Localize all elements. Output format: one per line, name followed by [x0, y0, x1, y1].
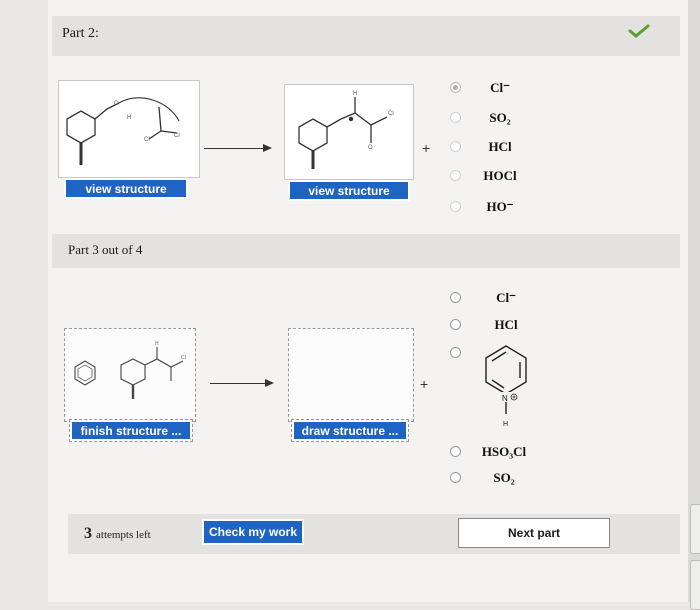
attempts-left: 3 attempts left: [84, 525, 151, 543]
part3-header: Part 3 out of 4: [52, 234, 680, 268]
part2-product-structure: H Cl O: [284, 84, 414, 180]
correct-check-icon: [628, 24, 650, 38]
svg-text:Cl: Cl: [181, 355, 186, 361]
option-radio[interactable]: [450, 112, 461, 123]
svg-text:H: H: [353, 91, 357, 97]
option-hocl: HOCl: [483, 168, 517, 183]
finish-structure-button[interactable]: finish structure ...: [69, 419, 193, 442]
reaction-arrow: [204, 144, 272, 152]
option-radio[interactable]: [450, 170, 461, 181]
option-radio[interactable]: [450, 82, 461, 93]
reactant-molecule-drawing: O H Cl Cl: [66, 97, 180, 165]
option-hcl: HCl: [488, 139, 512, 154]
intermediate-molecule-drawing: H Cl O: [298, 91, 394, 169]
pyridinium-structure: N H: [485, 345, 527, 428]
reactant-molecule-drawing: H Cl: [74, 341, 186, 399]
svg-text:Cl: Cl: [174, 133, 180, 139]
option-radio[interactable]: [450, 201, 461, 212]
side-tab[interactable]: [690, 560, 700, 610]
option-chloride: Cl⁻: [490, 80, 510, 95]
option-radio[interactable]: [450, 319, 461, 330]
option-hso3cl: HSO₃Cl: [481, 444, 527, 459]
reaction-arrow: [210, 379, 274, 387]
part3-reactant-structure[interactable]: H Cl: [64, 328, 196, 422]
svg-text:H: H: [155, 341, 159, 347]
attempts-label: attempts left: [96, 529, 151, 541]
part2-reactant-structure: O H Cl Cl: [58, 80, 200, 178]
pyridinium-n-label: N: [502, 394, 508, 403]
check-my-work-button[interactable]: Check my work: [204, 521, 302, 543]
option-hydroxide: HO⁻: [486, 199, 514, 214]
svg-text:H: H: [127, 115, 131, 121]
plus-sign: +: [422, 140, 431, 156]
part2-title: Part 2:: [62, 26, 99, 41]
option-so2: SO₂: [489, 110, 511, 125]
svg-text:O: O: [368, 145, 373, 151]
option-radio[interactable]: [450, 347, 461, 358]
part3-title: Part 3 out of 4: [68, 242, 143, 257]
attempts-count: 3: [84, 525, 92, 542]
view-structure-button[interactable]: view structure: [290, 182, 408, 199]
pyridinium-h-label: H: [503, 421, 508, 428]
option-radio[interactable]: [450, 292, 461, 303]
next-part-button[interactable]: Next part: [458, 518, 610, 548]
draw-structure-button[interactable]: draw structure ...: [291, 419, 409, 442]
part2-header: Part 2:: [52, 16, 680, 56]
plus-sign: +: [420, 376, 429, 392]
svg-text:O: O: [114, 101, 119, 107]
svg-text:Cl: Cl: [144, 137, 150, 143]
part3-product-structure[interactable]: [288, 328, 414, 422]
side-tab[interactable]: [690, 504, 700, 554]
option-chloride: Cl⁻: [496, 290, 516, 305]
option-radio[interactable]: [450, 446, 461, 457]
svg-text:Cl: Cl: [388, 111, 394, 117]
view-structure-button[interactable]: view structure: [66, 180, 186, 197]
option-radio[interactable]: [450, 141, 461, 152]
option-radio[interactable]: [450, 472, 461, 483]
option-so2: SO₂: [493, 470, 515, 485]
option-hcl: HCl: [494, 317, 518, 332]
